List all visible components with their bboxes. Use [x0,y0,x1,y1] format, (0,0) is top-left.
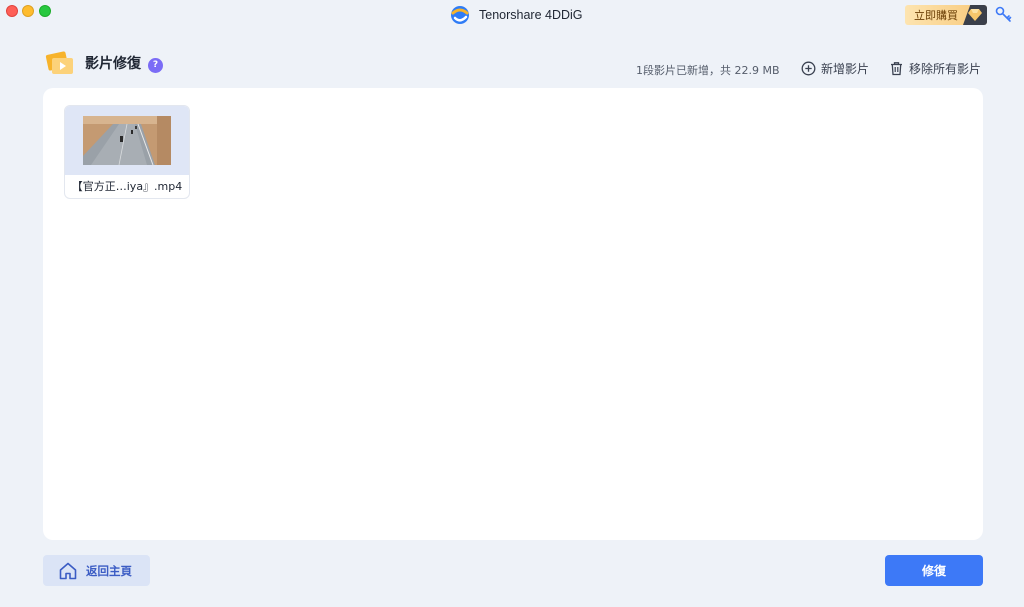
repair-button[interactable]: 修復 [885,555,983,586]
video-repair-icon [45,51,73,74]
add-video-button[interactable]: 新增影片 [801,59,869,77]
close-window-button[interactable] [6,5,18,17]
video-list-panel: 【官方正…iya』.mp4 [43,88,983,540]
remove-all-videos-button[interactable]: 移除所有影片 [889,59,981,77]
page-title: 影片修復 [85,56,141,72]
title-bar: Tenorshare 4DDiG 立即購買 [0,0,1024,30]
add-video-label: 新增影片 [821,61,870,76]
back-to-home-label: 返回主頁 [86,563,132,578]
app-window: Tenorshare 4DDiG 立即購買 影片修復 ? 1段影片已新增，共 2… [0,0,1024,607]
maximize-window-button[interactable] [39,5,51,17]
add-circle-icon [801,61,816,75]
video-file-name: 【官方正…iya』.mp4 [71,180,183,193]
minimize-window-button[interactable] [22,5,34,17]
buy-now-button[interactable]: 立即購買 [905,5,987,25]
video-count-status: 1段影片已新增，共 22.9 MB [636,64,780,77]
video-card[interactable]: 【官方正…iya』.mp4 [64,105,190,199]
buy-now-label: 立即購買 [914,9,958,22]
video-thumbnail [83,116,171,165]
back-to-home-button[interactable]: 返回主頁 [43,555,150,586]
app-name: Tenorshare 4DDiG [479,8,583,22]
video-thumbnail-area [65,106,189,175]
app-logo-icon [451,6,469,24]
page-header: 影片修復 ? [45,48,163,78]
diamond-icon [963,5,987,25]
app-title: Tenorshare 4DDiG [449,4,583,26]
home-icon [59,562,77,579]
key-icon[interactable] [995,6,1013,24]
trash-icon [891,61,902,75]
remove-all-videos-label: 移除所有影片 [909,61,982,76]
help-icon[interactable]: ? [148,57,163,73]
